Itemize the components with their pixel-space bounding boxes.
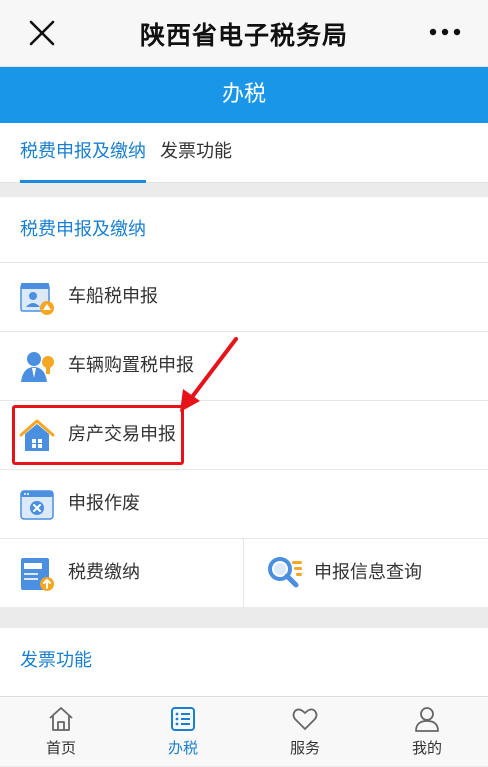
user-icon xyxy=(415,707,439,732)
title-bar: 陕西省电子税务局 xyxy=(0,0,488,67)
list-item-void-declaration[interactable]: 申报作废 xyxy=(0,470,488,539)
nav-mine[interactable]: 我的 xyxy=(366,697,488,767)
page-title: 陕西省电子税务局 xyxy=(139,21,348,50)
tax-payment-icon xyxy=(21,558,54,591)
nav-label: 首页 xyxy=(45,739,76,757)
section-title-tax-declaration: 税费申报及缴纳 xyxy=(0,197,488,263)
nav-tax[interactable]: 办税 xyxy=(122,697,244,767)
highlight-box xyxy=(12,405,184,465)
list-item-label: 申报信息查询 xyxy=(314,562,422,583)
list-item-tax-payment[interactable]: 税费缴纳 xyxy=(0,539,244,607)
section-header: 办税 xyxy=(0,67,488,123)
nav-label: 办税 xyxy=(167,739,198,757)
heart-icon xyxy=(292,708,318,730)
tab-tax-declaration[interactable]: 税费申报及缴纳 xyxy=(20,123,146,183)
section-title-invoice: 发票功能 xyxy=(20,650,92,671)
list-item-vessel-tax[interactable]: 车船税申报 xyxy=(0,263,488,332)
nav-service[interactable]: 服务 xyxy=(244,697,366,767)
bottom-nav: 首页 办税 服务 我的 xyxy=(0,696,488,766)
nav-home[interactable]: 首页 xyxy=(0,697,122,767)
list-item-label: 申报作废 xyxy=(68,493,140,514)
tab-invoice-functions[interactable]: 发票功能 xyxy=(160,123,232,181)
tab-bar: 税费申报及缴纳 发票功能 xyxy=(0,123,488,183)
list-item-declaration-query[interactable]: 申报信息查询 xyxy=(244,539,488,607)
void-declaration-icon xyxy=(20,490,54,520)
home-icon xyxy=(49,707,73,731)
nav-label: 我的 xyxy=(411,739,442,757)
list-item-label: 税费缴纳 xyxy=(68,562,140,583)
split-row: 税费缴纳 申报信息查询 xyxy=(0,539,488,607)
search-list-icon xyxy=(268,557,302,588)
list-item-label: 车船税申报 xyxy=(68,286,158,307)
invoice-section: 发票功能 xyxy=(0,628,488,696)
vehicle-purchase-tax-icon xyxy=(21,352,54,382)
nav-label: 服务 xyxy=(289,739,320,757)
more-dots-icon[interactable] xyxy=(428,22,462,42)
list-icon xyxy=(171,707,195,731)
vessel-tax-icon xyxy=(20,283,54,315)
annotation-arrow xyxy=(180,337,238,412)
